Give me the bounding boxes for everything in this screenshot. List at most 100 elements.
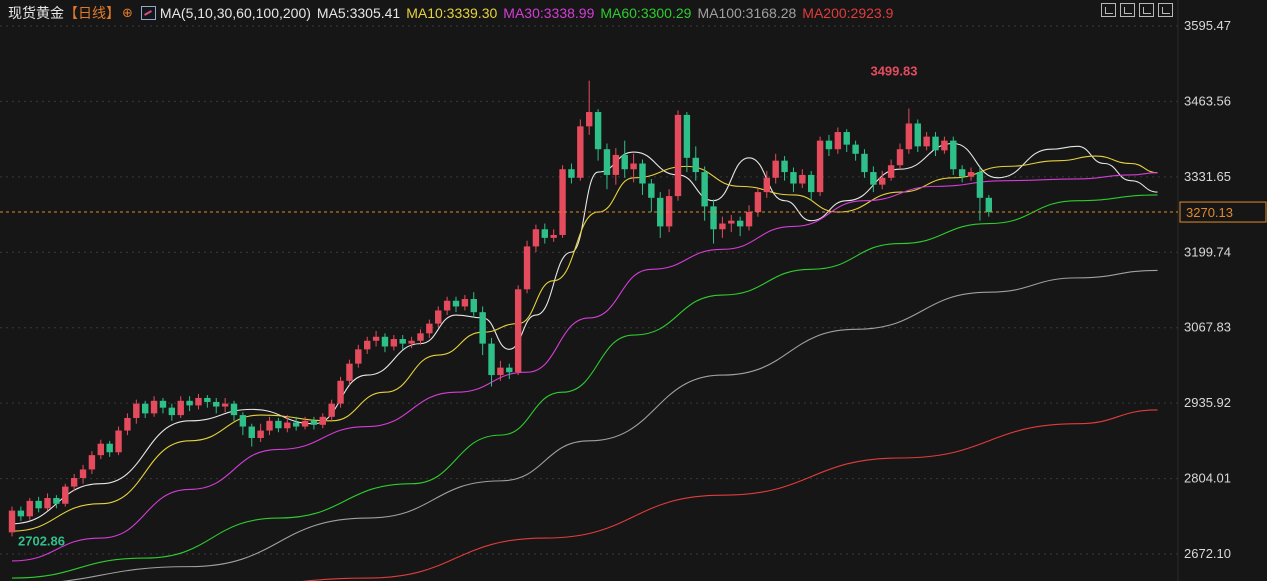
candle-body bbox=[674, 114, 682, 197]
candle-body bbox=[728, 220, 735, 224]
candle-body bbox=[665, 196, 673, 227]
candle-body bbox=[577, 126, 584, 178]
candle-body bbox=[541, 229, 548, 238]
candle-body bbox=[44, 498, 51, 509]
candle-body bbox=[941, 140, 948, 151]
candle-body bbox=[35, 500, 42, 509]
ma-params[interactable]: MA(5,10,30,60,100,200) bbox=[160, 5, 311, 21]
candle-body bbox=[381, 336, 389, 347]
y-tick-label: 3199.74 bbox=[1184, 244, 1231, 259]
candle-body bbox=[701, 172, 708, 207]
candle-body bbox=[523, 246, 531, 290]
price-axis: 3595.47 3463.56 3331.65 3199.74 3067.83 2935.… bbox=[1184, 18, 1231, 561]
candle-body bbox=[399, 339, 406, 344]
candle-body bbox=[808, 174, 815, 193]
y-tick-label: 3067.83 bbox=[1184, 320, 1231, 335]
candle-body bbox=[177, 400, 184, 416]
candle-body bbox=[221, 403, 229, 407]
zoom-in-icon[interactable] bbox=[1120, 3, 1135, 17]
candle-body bbox=[719, 223, 726, 230]
candle-body bbox=[230, 403, 238, 416]
candle-body bbox=[159, 400, 167, 408]
candle-body bbox=[870, 172, 877, 185]
y-tick-label: 3463.56 bbox=[1184, 93, 1231, 108]
candle-body bbox=[337, 380, 344, 404]
candle-body bbox=[532, 229, 540, 247]
candle-body bbox=[292, 422, 300, 427]
candle-body bbox=[621, 154, 628, 170]
ma10-value: MA10:3339.30 bbox=[406, 5, 498, 21]
candle-body bbox=[497, 367, 504, 376]
candle-body bbox=[204, 397, 211, 402]
candle-body bbox=[816, 140, 824, 193]
candle-body bbox=[887, 165, 895, 178]
symbol-name[interactable]: 现货黄金 bbox=[8, 3, 64, 23]
candle-body bbox=[346, 363, 353, 381]
candle-body bbox=[106, 443, 113, 453]
candle-body bbox=[461, 299, 469, 307]
chart-overlay: 3270.133499.833451.142702.86 bbox=[0, 64, 1267, 548]
candle-body bbox=[514, 289, 522, 373]
candle-body bbox=[115, 430, 122, 453]
candle-body bbox=[390, 339, 398, 347]
period-selector[interactable]: 【日线】 bbox=[64, 3, 120, 23]
candle-body bbox=[648, 183, 655, 198]
candle-body bbox=[470, 299, 477, 313]
candle-body bbox=[213, 401, 220, 407]
candle-body bbox=[435, 310, 442, 324]
current-price-label: 3270.13 bbox=[1186, 205, 1233, 220]
settings-gear-icon[interactable]: ⊕ bbox=[122, 5, 133, 21]
candles bbox=[8, 80, 992, 537]
extreme-value-label: 2702.86 bbox=[18, 533, 65, 548]
candle-body bbox=[852, 144, 859, 154]
candle-body bbox=[248, 426, 255, 438]
candle-body bbox=[479, 312, 486, 344]
ma60-value: MA60:3300.29 bbox=[600, 5, 692, 21]
candle-body bbox=[559, 169, 566, 235]
ma200-line bbox=[302, 409, 1158, 581]
candle-body bbox=[586, 112, 593, 127]
candle-body bbox=[355, 349, 362, 364]
chart-header: 现货黄金 【日线】 ⊕ MA(5,10,30,60,100,200) MA5:3… bbox=[8, 3, 899, 23]
candle-body bbox=[861, 153, 868, 173]
candle-body bbox=[452, 300, 460, 307]
candle-body bbox=[683, 114, 691, 158]
candle-body bbox=[834, 132, 842, 150]
candle-body bbox=[736, 220, 744, 227]
candle-body bbox=[186, 400, 193, 406]
candle-body bbox=[958, 169, 966, 177]
candle-body bbox=[603, 149, 611, 175]
y-tick-label: 3331.65 bbox=[1184, 169, 1231, 184]
y-tick-label: 3595.47 bbox=[1184, 18, 1231, 33]
ma30-line bbox=[11, 172, 1158, 562]
y-tick-label: 2935.92 bbox=[1184, 395, 1231, 410]
candle-body bbox=[79, 469, 87, 479]
fit-icon[interactable] bbox=[1158, 3, 1173, 17]
candlestick-chart[interactable]: 3270.133499.833451.142702.86 3595.473463… bbox=[0, 0, 1267, 581]
candle-body bbox=[319, 416, 326, 425]
y-tick-label: 2672.10 bbox=[1184, 546, 1231, 561]
candle-body bbox=[8, 510, 16, 533]
candle-body bbox=[923, 136, 930, 147]
candle-body bbox=[639, 163, 646, 184]
candle-body bbox=[967, 172, 975, 177]
extreme-value-label: 3499.83 bbox=[870, 64, 917, 79]
ma200-value: MA200:2923.9 bbox=[802, 5, 894, 21]
candle-body bbox=[896, 149, 904, 166]
candle-body bbox=[932, 136, 939, 151]
candle-body bbox=[550, 234, 557, 238]
candle-body bbox=[799, 174, 806, 184]
candle-body bbox=[133, 403, 140, 418]
candle-body bbox=[284, 422, 291, 429]
candle-body bbox=[630, 163, 637, 170]
y-tick-label: 2804.01 bbox=[1184, 471, 1231, 486]
candle-body bbox=[790, 172, 797, 184]
candle-body bbox=[257, 430, 264, 438]
ma-indicator-icon[interactable] bbox=[140, 6, 156, 20]
candle-body bbox=[488, 343, 495, 376]
play-icon[interactable] bbox=[1139, 3, 1154, 17]
candle-body bbox=[781, 160, 788, 173]
candle-body bbox=[710, 206, 717, 230]
crosshair-icon[interactable] bbox=[1101, 3, 1116, 17]
candle-body bbox=[301, 420, 309, 427]
